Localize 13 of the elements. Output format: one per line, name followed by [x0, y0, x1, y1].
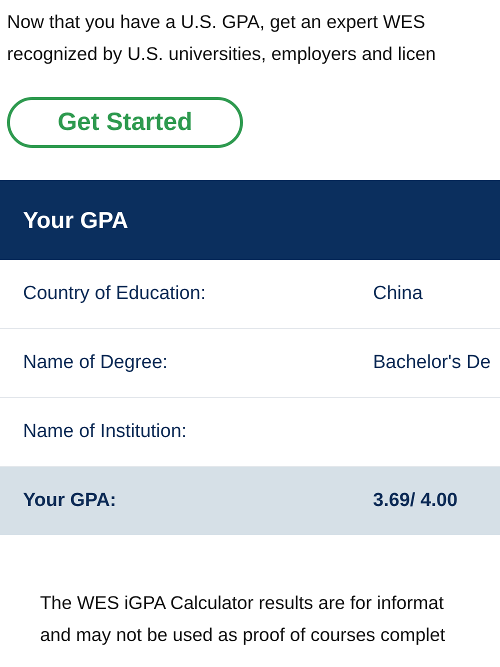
row-value: Bachelor's De — [373, 352, 491, 374]
disclaimer-text: The WES iGPA Calculator results are for informat — [40, 591, 444, 615]
get-started-button[interactable]: Get Started — [7, 97, 243, 148]
row-label: Country of Education: — [22, 283, 207, 305]
disclaimer-text: and may not be used as proof of courses complet — [40, 623, 446, 647]
row-value: 3.69/ 4.00 — [373, 490, 458, 512]
row-label: Your GPA: — [22, 490, 118, 512]
row-label: Name of Institution: — [22, 421, 188, 443]
intro-text: recognized by U.S. universities, employers and licen — [7, 42, 436, 66]
intro-text: Now that you have a U.S. GPA, get an expert WES — [7, 10, 426, 34]
row-label: Name of Degree: — [22, 352, 169, 374]
row-value: China — [373, 283, 423, 305]
table-title: Your GPA — [23, 206, 128, 234]
